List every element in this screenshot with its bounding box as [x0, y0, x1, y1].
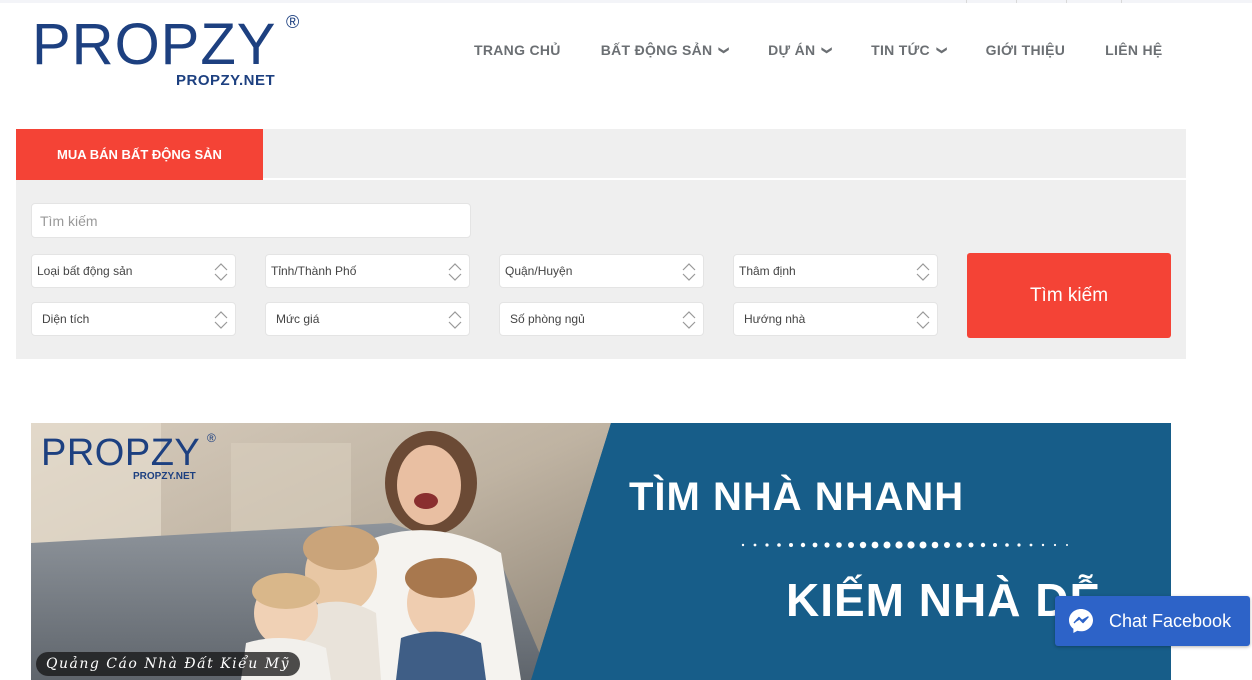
select-label: Mức giá [276, 312, 320, 326]
logo-domain: PROPZY.NET [176, 72, 276, 89]
chat-facebook-button[interactable]: Chat Facebook [1055, 596, 1250, 646]
nav-item-projects[interactable]: DỰ ÁN ❯ [768, 40, 833, 60]
messenger-icon [1069, 609, 1093, 633]
top-border [0, 0, 1252, 3]
sort-arrows-icon [214, 311, 228, 329]
promo-banner[interactable]: PROPZY ® PROPZY.NET Quảng Cáo Nhà Đất Ki… [31, 423, 1171, 680]
select-label: Thâm định [739, 264, 796, 278]
select-district[interactable]: Quận/Huyện [499, 254, 704, 288]
nav-label: DỰ ÁN [768, 42, 816, 58]
select-label: Quận/Huyện [505, 264, 573, 278]
dotted-divider [741, 541, 1068, 549]
logo-wordmark: PROPZY [32, 12, 277, 77]
sort-arrows-icon [916, 263, 930, 281]
tab-buy-sell[interactable]: MUA BÁN BẤT ĐỘNG SẢN [16, 129, 263, 180]
nav-label: TRANG CHỦ [474, 42, 561, 58]
nav-label: TIN TỨC [871, 42, 930, 58]
sort-arrows-icon [916, 311, 930, 329]
sort-arrows-icon [682, 263, 696, 281]
search-tab-bar: MUA BÁN BẤT ĐỘNG SẢN [16, 129, 1186, 180]
search-button[interactable]: Tìm kiếm [967, 253, 1171, 338]
select-property-type[interactable]: Loại bất động sản [31, 254, 236, 288]
select-label: Diện tích [42, 312, 90, 326]
sort-arrows-icon [682, 311, 696, 329]
chat-label: Chat Facebook [1109, 610, 1232, 631]
site-logo[interactable]: PROPZY ® PROPZY.NET [32, 12, 312, 92]
nav-item-home[interactable]: TRANG CHỦ [474, 40, 561, 60]
banner-headline-1: TÌM NHÀ NHANH [629, 475, 965, 519]
select-direction[interactable]: Hướng nhà [733, 302, 938, 336]
select-label: Số phòng ngủ [510, 312, 585, 326]
nav-item-contact[interactable]: LIÊN HỆ [1105, 40, 1162, 60]
nav-label: GIỚI THIỆU [985, 42, 1066, 58]
nav-item-news[interactable]: TIN TỨC ❯ [871, 40, 947, 60]
sort-arrows-icon [448, 311, 462, 329]
chevron-down-icon: ❯ [821, 45, 833, 55]
banner-logo-wordmark: PROPZY [41, 432, 201, 474]
select-bedrooms[interactable]: Số phòng ngủ [499, 302, 704, 336]
banner-headline-2: KIẾM NHÀ DỄ [786, 574, 1102, 626]
banner-logo-registered-mark: ® [207, 431, 216, 445]
banner-logo: PROPZY ® PROPZY.NET [41, 431, 221, 491]
sort-arrows-icon [214, 263, 228, 281]
nav-label: BẤT ĐỘNG SẢN [600, 42, 713, 58]
select-city[interactable]: Tỉnh/Thành Phố [265, 254, 470, 288]
search-input[interactable]: Tìm kiếm [31, 203, 471, 238]
main-nav: TRANG CHỦ BẤT ĐỘNG SẢN ❯ DỰ ÁN ❯ TIN TỨC ❯ … [474, 40, 1203, 60]
nav-item-about[interactable]: GIỚI THIỆU [986, 40, 1066, 60]
nav-item-real-estate[interactable]: BẤT ĐỘNG SẢN ❯ [600, 40, 730, 60]
banner-caption: Quảng Cáo Nhà Đất Kiểu Mỹ [36, 652, 300, 676]
sort-arrows-icon [448, 263, 462, 281]
select-label: Tỉnh/Thành Phố [271, 264, 357, 278]
logo-registered-mark: ® [286, 12, 300, 32]
chevron-down-icon: ❯ [935, 45, 947, 55]
select-price[interactable]: Mức giá [265, 302, 470, 336]
chevron-down-icon: ❯ [718, 45, 730, 55]
select-area[interactable]: Diện tích [31, 302, 236, 336]
nav-label: LIÊN HỆ [1105, 42, 1163, 58]
select-appraisal[interactable]: Thâm định [733, 254, 938, 288]
search-panel: MUA BÁN BẤT ĐỘNG SẢN Tìm kiếm Loại bất đ… [16, 129, 1186, 359]
banner-logo-domain: PROPZY.NET [133, 471, 196, 482]
select-label: Loại bất động sản [37, 264, 133, 278]
select-label: Hướng nhà [744, 312, 806, 326]
